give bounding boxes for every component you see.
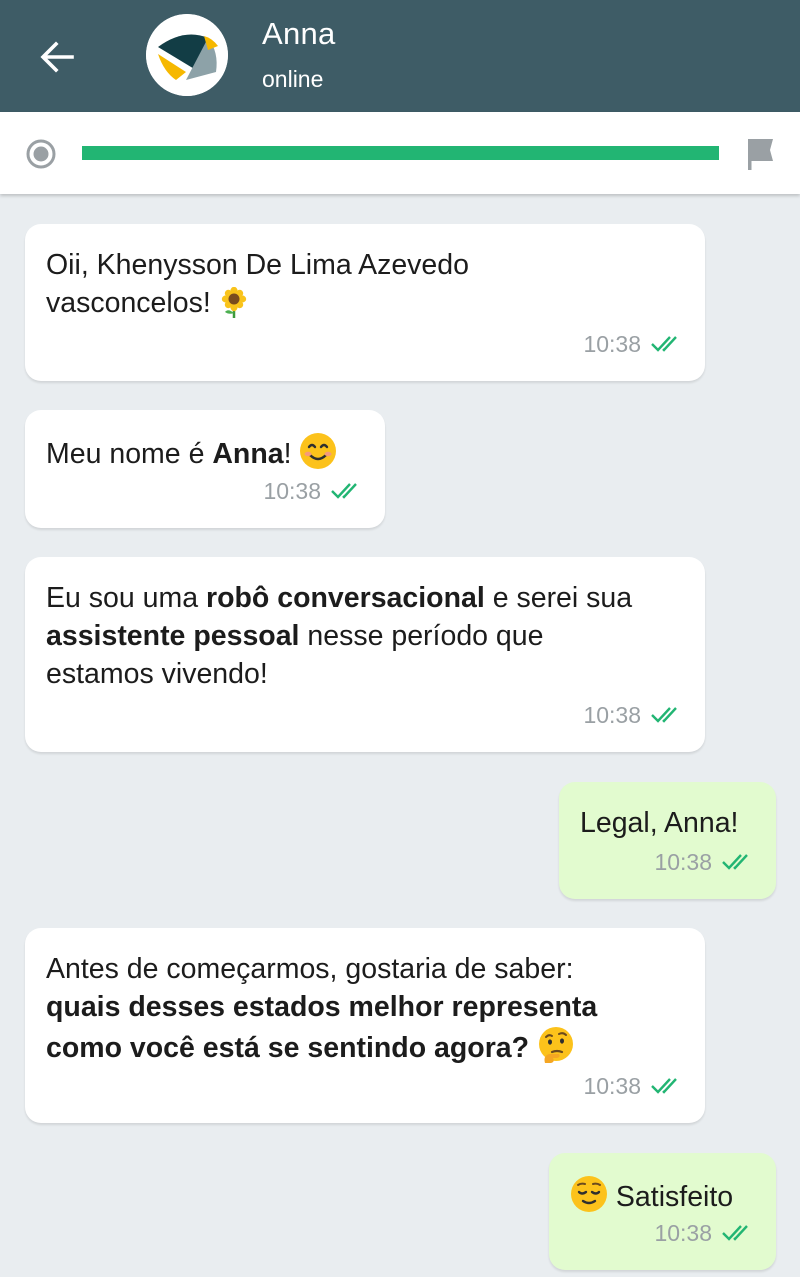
double-check-icon <box>331 483 357 499</box>
message-meta: 10:38 <box>583 1067 685 1105</box>
message-bubble: Eu sou uma robô conversacional e serei s… <box>25 557 705 752</box>
message-text: Oii, Khenysson De Lima Azevedo vasconcel… <box>46 249 469 319</box>
message-text: Eu sou uma robô conversacional e serei s… <box>46 582 633 690</box>
double-check-icon <box>722 854 748 870</box>
message-bubble: Meu nome é Anna! 10:38 <box>25 410 385 528</box>
contact-status: online <box>262 66 324 92</box>
message-time: 10:38 <box>654 849 712 875</box>
message-bubble: Legal, Anna! 10:38 <box>559 782 776 899</box>
progress-track <box>82 146 719 160</box>
message-bubble: Satisfeito 10:38 <box>549 1153 776 1270</box>
message-meta: 10:38 <box>583 696 685 734</box>
thinking-face-icon <box>539 1027 573 1063</box>
message-meta: 10:38 <box>263 472 365 510</box>
message-list[interactable]: Oii, Khenysson De Lima Azevedo vasconcel… <box>0 194 800 1277</box>
message-time: 10:38 <box>583 331 641 357</box>
double-check-icon <box>651 336 677 352</box>
message-time: 10:38 <box>583 702 641 728</box>
flag-icon[interactable] <box>744 136 778 172</box>
double-check-icon <box>722 1225 748 1241</box>
message-meta: 10:38 <box>654 843 756 881</box>
smiling-face-icon <box>300 433 337 469</box>
message-text: Satisfeito <box>570 1175 755 1216</box>
radio-dot-icon <box>26 139 56 169</box>
message-text: Meu nome é Anna! <box>46 432 364 473</box>
message-time: 10:38 <box>654 1220 712 1246</box>
message-time: 10:38 <box>263 478 321 504</box>
message-bubble: Oii, Khenysson De Lima Azevedo vasconcel… <box>25 224 705 381</box>
back-button[interactable] <box>30 30 84 84</box>
message-text: Antes de começarmos, gostaria de saber: … <box>46 953 598 1064</box>
message-meta: 10:38 <box>583 325 685 363</box>
message-bubble: Antes de começarmos, gostaria de saber: … <box>25 928 705 1123</box>
avatar[interactable] <box>146 14 228 96</box>
message-meta: 10:38 <box>654 1214 756 1252</box>
contact-name: Anna <box>262 16 336 51</box>
double-check-icon <box>651 707 677 723</box>
conversation-progress <box>0 112 800 194</box>
message-time: 10:38 <box>583 1073 641 1099</box>
message-text: Legal, Anna! <box>580 807 739 839</box>
double-check-icon <box>651 1078 677 1094</box>
relieved-face-icon <box>571 1176 607 1212</box>
sunflower-icon <box>221 287 246 318</box>
arrow-left-icon <box>40 41 74 73</box>
chat-header: Anna online <box>0 0 800 112</box>
anna-logo <box>146 14 228 96</box>
progress-fill <box>82 146 719 160</box>
